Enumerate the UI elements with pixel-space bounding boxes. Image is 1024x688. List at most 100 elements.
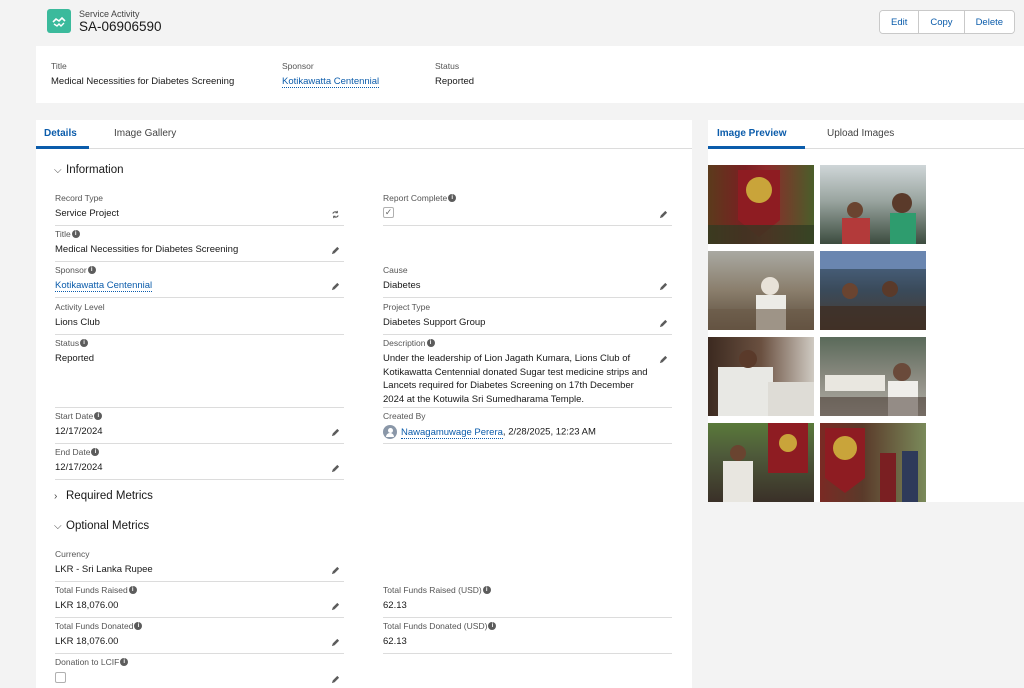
field-created-by: Created By Nawagamuwage Perera, 2/28/202…	[383, 411, 672, 444]
edit-pencil-icon[interactable]	[331, 246, 340, 255]
field-label: Total Funds Donated (USD)	[383, 621, 488, 631]
info-icon[interactable]: i	[71, 230, 80, 238]
tab-image-preview[interactable]: Image Preview	[717, 128, 786, 139]
delete-button[interactable]: Delete	[963, 11, 1015, 33]
edit-pencil-icon[interactable]	[331, 602, 340, 611]
gallery-image-3[interactable]	[708, 251, 814, 330]
field-value: Diabetes Support Group	[383, 317, 486, 328]
edit-pencil-icon[interactable]	[331, 675, 340, 684]
gallery-image-4[interactable]	[820, 251, 926, 330]
edit-pencil-icon[interactable]	[659, 210, 668, 219]
field-label: Created By	[383, 411, 426, 421]
info-icon[interactable]: i	[128, 586, 137, 594]
field-value: 12/17/2024	[55, 462, 103, 473]
copy-button[interactable]: Copy	[918, 11, 964, 33]
field-label: Cause	[383, 265, 408, 275]
created-by-timestamp: , 2/28/2025, 12:23 AM	[502, 426, 596, 438]
tab-image-gallery[interactable]: Image Gallery	[114, 128, 176, 139]
info-icon[interactable]: i	[134, 622, 143, 630]
donation-lcif-checkbox[interactable]	[55, 672, 66, 683]
field-cause: Cause Diabetes	[383, 265, 672, 298]
info-icon[interactable]: i	[448, 194, 457, 202]
details-tabset: Details Image Gallery	[36, 120, 692, 149]
section-optional-metrics-title: Optional Metrics	[66, 520, 150, 532]
report-complete-checkbox[interactable]: ✓	[383, 207, 394, 218]
field-label: Sponsor	[55, 265, 87, 275]
field-value: Lions Club	[55, 317, 100, 328]
section-optional-metrics-toggle[interactable]: ⌵ Optional Metrics	[54, 520, 149, 532]
field-value: Medical Necessities for Diabetes Screeni…	[55, 244, 239, 255]
field-label: Total Funds Raised	[55, 585, 128, 595]
field-description: Description i Under the leadership of Lio…	[383, 338, 672, 408]
info-icon[interactable]: i	[120, 658, 129, 666]
gallery-image-5[interactable]	[708, 337, 814, 416]
info-icon[interactable]: i	[94, 412, 103, 420]
section-information-toggle[interactable]: ⌵ Information	[54, 164, 124, 176]
section-required-metrics-toggle[interactable]: › Required Metrics	[54, 490, 153, 502]
object-type-label: Service Activity	[79, 9, 140, 19]
info-icon[interactable]: i	[87, 266, 96, 274]
info-icon[interactable]: i	[80, 339, 89, 347]
field-total-funds-raised-usd: Total Funds Raised (USD) i 62.13	[383, 585, 672, 618]
change-record-type-icon[interactable]	[331, 210, 340, 219]
edit-pencil-icon[interactable]	[331, 428, 340, 437]
field-label: Activity Level	[55, 302, 105, 312]
service-activity-icon	[47, 9, 71, 33]
info-icon[interactable]: i	[488, 622, 497, 630]
field-project-type: Project Type Diabetes Support Group	[383, 302, 672, 335]
info-icon[interactable]: i	[482, 586, 491, 594]
field-total-funds-raised: Total Funds Raised i LKR 18,076.00	[55, 585, 344, 618]
highlight-sponsor: Sponsor Kotikawatta Centennial	[282, 61, 380, 88]
field-value: Reported	[55, 353, 95, 364]
field-label: Total Funds Donated	[55, 621, 134, 631]
page-header: Service Activity SA-06906590 Edit Copy D…	[0, 0, 1024, 44]
field-value: Diabetes	[383, 280, 421, 291]
field-report-complete: Report Complete i ✓	[383, 193, 672, 226]
field-label: Total Funds Raised (USD)	[383, 585, 482, 595]
highlight-sponsor-link[interactable]: Kotikawatta Centennial	[282, 76, 380, 88]
gallery-image-2[interactable]	[820, 165, 926, 244]
edit-pencil-icon[interactable]	[659, 319, 668, 328]
record-title: SA-06906590	[79, 19, 162, 34]
tab-details[interactable]: Details	[44, 128, 77, 139]
field-activity-level: Activity Level Lions Club	[55, 302, 344, 335]
highlight-title: Title Medical Necessities for Diabetes S…	[51, 61, 234, 87]
gallery-image-7[interactable]	[708, 423, 814, 502]
edit-pencil-icon[interactable]	[331, 638, 340, 647]
edit-pencil-icon[interactable]	[331, 566, 340, 575]
field-value: 62.13	[383, 600, 407, 611]
gallery-image-1[interactable]	[708, 165, 814, 244]
field-value: 62.13	[383, 636, 407, 647]
field-label: Donation to LCIF	[55, 657, 120, 667]
image-preview-card: Image Preview Upload Images	[708, 120, 1024, 502]
image-tabset: Image Preview Upload Images	[708, 120, 1024, 149]
edit-pencil-icon[interactable]	[659, 282, 668, 291]
gallery-image-8[interactable]	[820, 423, 926, 502]
chevron-down-icon: ⌵	[54, 165, 62, 176]
edit-pencil-icon[interactable]	[331, 464, 340, 473]
info-icon[interactable]: i	[91, 448, 100, 456]
highlight-title-label: Title	[51, 61, 67, 71]
info-icon[interactable]: i	[426, 339, 435, 347]
field-value: LKR 18,076.00	[55, 636, 119, 647]
tab-upload-images[interactable]: Upload Images	[827, 128, 894, 139]
field-label: Status	[55, 338, 80, 348]
sponsor-link[interactable]: Kotikawatta Centennial	[55, 280, 153, 292]
field-value: LKR 18,076.00	[55, 600, 119, 611]
field-label: Currency	[55, 549, 90, 559]
highlight-status-label: Status	[435, 61, 460, 71]
active-tab-indicator	[708, 146, 805, 149]
field-record-type: Record Type Service Project	[55, 193, 344, 226]
field-donation-lcif: Donation to LCIF i	[55, 657, 344, 688]
edit-button[interactable]: Edit	[880, 11, 919, 33]
edit-pencil-icon[interactable]	[331, 282, 340, 291]
highlight-sponsor-label: Sponsor	[282, 61, 314, 71]
edit-pencil-icon[interactable]	[659, 355, 668, 364]
field-label: Project Type	[383, 302, 431, 312]
field-value: Service Project	[55, 208, 119, 219]
gallery-image-6[interactable]	[820, 337, 926, 416]
highlight-title-value: Medical Necessities for Diabetes Screeni…	[51, 76, 235, 87]
section-required-metrics-title: Required Metrics	[66, 490, 153, 502]
created-by-user-link[interactable]: Nawagamuwage Perera	[401, 426, 503, 439]
field-label: Description	[383, 338, 426, 348]
